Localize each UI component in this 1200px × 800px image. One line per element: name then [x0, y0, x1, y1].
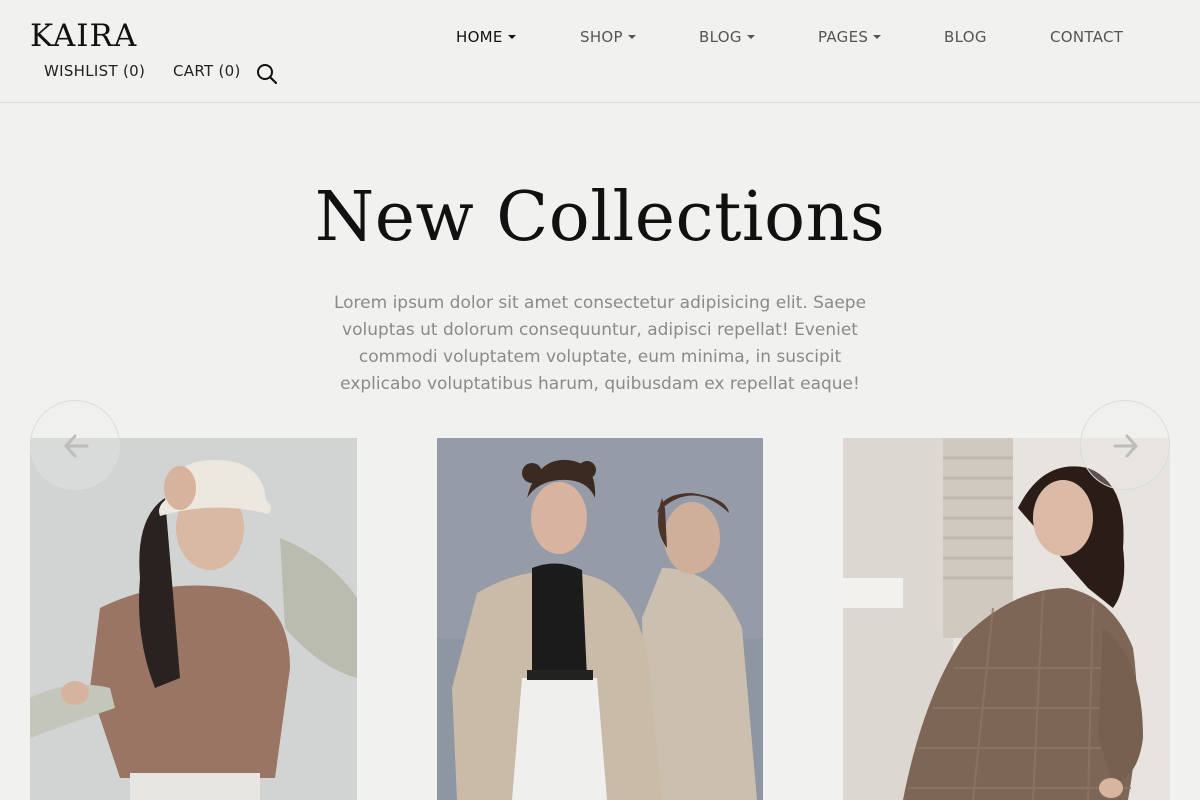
arrow-left-icon: [64, 434, 89, 458]
nav-item-blog-dropdown[interactable]: BLOG: [699, 28, 755, 46]
product-image: [843, 438, 1170, 800]
nav-item-label: PAGES: [818, 28, 869, 46]
chevron-down-icon: [746, 35, 755, 39]
nav-item-label: SHOP: [580, 28, 623, 46]
nav-item-home[interactable]: HOME: [456, 28, 516, 46]
nav-item-label: CONTACT: [1050, 28, 1124, 46]
wishlist-link[interactable]: WISHLIST (0): [44, 62, 145, 80]
nav-item-label: BLOG: [944, 28, 987, 46]
nav-item-label: HOME: [456, 28, 503, 46]
main-nav: HOME SHOP BLOG PAGES BLOG CONTACT: [0, 28, 1200, 50]
chevron-down-icon: [507, 35, 516, 39]
site-header: KAIRA HOME SHOP BLOG PAGES BLOG CONTACT …: [0, 0, 1200, 103]
collection-card-1[interactable]: [30, 438, 357, 800]
nav-item-pages[interactable]: PAGES: [818, 28, 882, 46]
carousel-prev-button[interactable]: [30, 400, 120, 490]
nav-item-contact[interactable]: CONTACT: [1050, 28, 1123, 46]
nav-item-shop[interactable]: SHOP: [580, 28, 636, 46]
chevron-down-icon: [873, 35, 882, 39]
hero-title: New Collections: [314, 178, 886, 257]
product-image: [30, 438, 357, 800]
chevron-down-icon: [627, 35, 636, 39]
nav-item-blog[interactable]: BLOG: [944, 28, 987, 46]
collection-card-3[interactable]: [843, 438, 1170, 800]
hero-description: Lorem ipsum dolor sit amet consectetur a…: [333, 293, 867, 394]
arrow-right-icon: [1113, 434, 1138, 458]
nav-item-label: BLOG: [699, 28, 742, 46]
collection-card-2[interactable]: [437, 438, 763, 800]
search-icon[interactable]: [256, 63, 278, 85]
product-image: [437, 438, 763, 800]
cart-link[interactable]: CART (0): [173, 62, 241, 80]
carousel-next-button[interactable]: [1080, 400, 1170, 490]
